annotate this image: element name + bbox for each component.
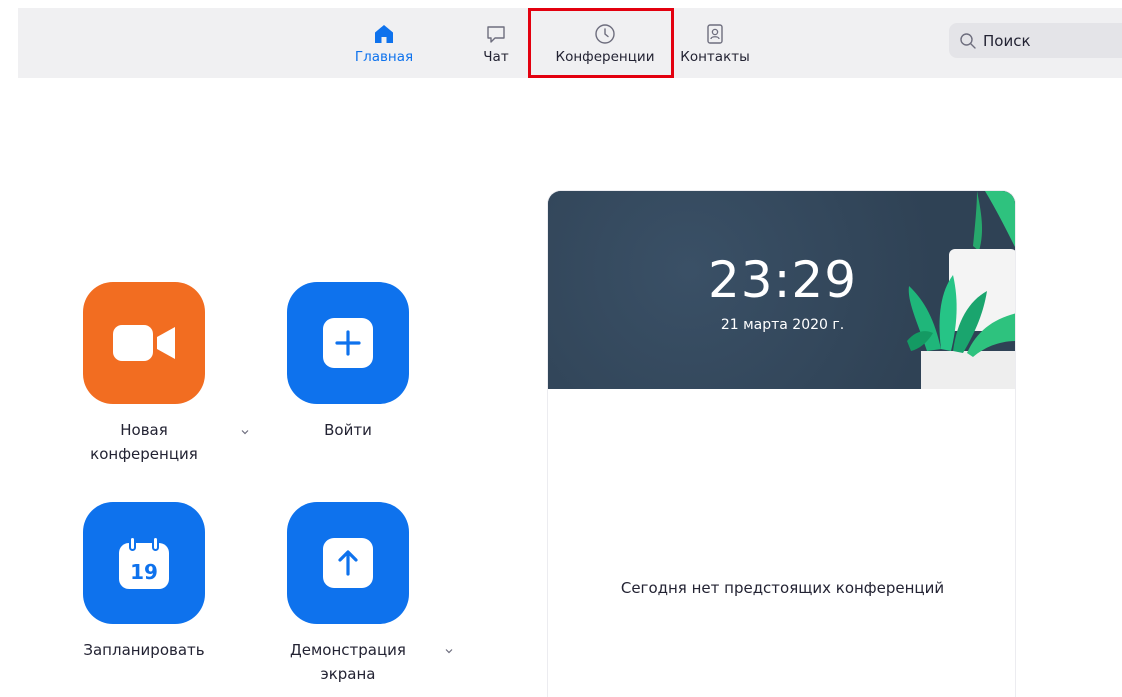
- tab-meetings[interactable]: Конференции: [532, 8, 678, 78]
- new-meeting-label: Новая конференция: [83, 418, 205, 466]
- clock-header: 23:29 21 марта 2020 г.: [548, 191, 1015, 389]
- schedule-button[interactable]: 19: [83, 502, 205, 624]
- schedule-label: Запланировать: [83, 641, 205, 659]
- share-up-arrow-icon: [323, 538, 373, 588]
- tab-contacts-label: Контакты: [680, 49, 750, 65]
- calendar-day-number: 19: [130, 560, 158, 584]
- join-label: Войти: [324, 421, 372, 439]
- tab-chat[interactable]: Чат: [476, 8, 516, 78]
- share-screen-button[interactable]: [287, 502, 409, 624]
- tab-home-label: Главная: [354, 49, 414, 65]
- calendar-icon: 19: [119, 537, 169, 589]
- share-screen-label-line1: Демонстрация: [290, 641, 406, 659]
- upcoming-meetings-panel: 23:29 21 марта 2020 г. Сегодня нет предс…: [547, 190, 1016, 697]
- tab-meetings-label: Конференции: [555, 49, 655, 65]
- new-meeting-chevron-down-icon[interactable]: [240, 428, 250, 436]
- search-bar[interactable]: [949, 23, 1122, 58]
- share-screen-label: Демонстрация экрана: [272, 638, 424, 686]
- tab-chat-label: Чат: [483, 49, 509, 65]
- share-screen-chevron-down-icon[interactable]: [444, 647, 454, 655]
- share-screen-label-line2: экрана: [320, 665, 376, 683]
- home-icon: [375, 25, 393, 43]
- new-meeting-label-line2: конференция: [90, 445, 198, 463]
- chat-bubble-icon: [487, 26, 505, 43]
- tab-contacts[interactable]: Контакты: [678, 8, 752, 78]
- search-input[interactable]: [983, 31, 1103, 50]
- new-meeting-label-line1: Новая: [120, 421, 168, 439]
- tab-home[interactable]: Главная: [354, 8, 414, 78]
- clock-icon: [595, 24, 615, 44]
- join-button[interactable]: [287, 282, 409, 404]
- current-time: 23:29: [707, 251, 858, 309]
- video-camera-icon: [113, 325, 175, 361]
- search-icon: [960, 32, 976, 49]
- no-meetings-message: Сегодня нет предстоящих конференций: [620, 579, 945, 597]
- contact-card-icon: [707, 24, 723, 44]
- new-meeting-button[interactable]: [83, 282, 205, 404]
- plus-icon: [323, 318, 373, 368]
- current-date: 21 марта 2020 г.: [720, 317, 845, 333]
